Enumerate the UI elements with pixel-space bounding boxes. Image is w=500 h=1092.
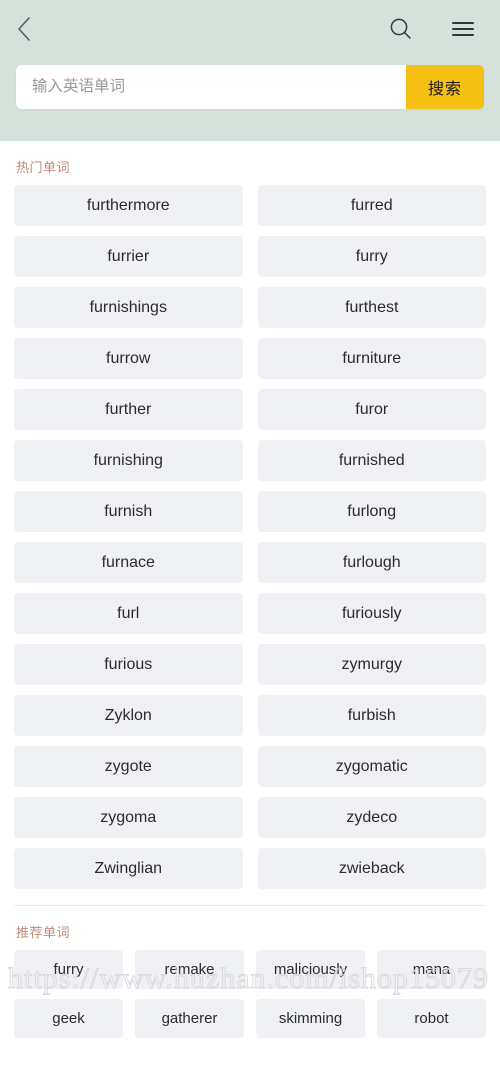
hot-word-pill[interactable]: furniture	[257, 338, 486, 379]
hot-word-pill[interactable]: furred	[257, 185, 486, 226]
hot-word-pill[interactable]: furl	[14, 593, 243, 634]
recommended-word-pill[interactable]: remake	[135, 950, 244, 989]
app-header: 搜索	[0, 0, 500, 141]
recommended-word-pill[interactable]: skimming	[256, 999, 365, 1038]
hot-word-pill[interactable]: furnished	[257, 440, 486, 481]
hot-word-pill[interactable]: furrier	[14, 236, 243, 277]
recommended-word-pill[interactable]: mana	[377, 950, 486, 989]
hot-word-pill[interactable]: furor	[257, 389, 486, 430]
hot-word-pill[interactable]: furlong	[257, 491, 486, 532]
recommended-words-section-title: 推荐单词	[16, 925, 71, 940]
recommended-word-pill[interactable]: furry	[14, 950, 123, 989]
search-submit-button[interactable]: 搜索	[406, 65, 484, 109]
hot-word-pill[interactable]: furious	[14, 644, 243, 685]
chevron-left-icon	[16, 15, 32, 48]
hot-word-pill[interactable]: furlough	[257, 542, 486, 583]
search-input[interactable]	[16, 65, 406, 109]
recommended-word-pill[interactable]: robot	[377, 999, 486, 1038]
hot-word-pill[interactable]: Zyklon	[14, 695, 243, 736]
hot-word-pill[interactable]: furthest	[257, 287, 486, 328]
content-area: 热门单词 furthermore furred furrier furry furnis…	[0, 141, 500, 1038]
search-icon	[388, 16, 414, 47]
hot-word-pill[interactable]: zwieback	[257, 848, 486, 889]
hot-word-pill[interactable]: furnish	[14, 491, 243, 532]
hot-word-pill[interactable]: zymurgy	[257, 644, 486, 685]
hot-words-section-title: 热门单词	[16, 160, 71, 175]
header-actions	[386, 16, 478, 46]
hot-word-pill[interactable]: furbish	[257, 695, 486, 736]
recommended-word-pill[interactable]: maliciously	[256, 950, 365, 989]
hamburger-menu-button[interactable]	[448, 16, 478, 46]
hot-word-pill[interactable]: furthermore	[14, 185, 243, 226]
hot-word-pill[interactable]: zygote	[14, 746, 243, 787]
back-button[interactable]	[16, 14, 50, 48]
hot-word-pill[interactable]: furnace	[14, 542, 243, 583]
search-toggle-button[interactable]	[386, 16, 416, 46]
recommended-word-pill[interactable]: gatherer	[135, 999, 244, 1038]
recommended-word-pill[interactable]: geek	[14, 999, 123, 1038]
hot-word-pill[interactable]: furrow	[14, 338, 243, 379]
recommended-words-grid: furry remake maliciously mana geek gatherer sk…	[14, 950, 486, 1038]
hot-word-pill[interactable]: zygoma	[14, 797, 243, 838]
search-bar: 搜索	[16, 65, 484, 109]
hot-word-pill[interactable]: furiously	[257, 593, 486, 634]
hamburger-menu-icon	[451, 20, 475, 43]
hot-word-pill[interactable]: furnishing	[14, 440, 243, 481]
hot-word-pill[interactable]: zygomatic	[257, 746, 486, 787]
hot-word-pill[interactable]: further	[14, 389, 243, 430]
hot-words-grid: furthermore furred furrier furry furnishings…	[14, 185, 486, 889]
hot-word-pill[interactable]: furry	[257, 236, 486, 277]
hot-word-pill[interactable]: Zwinglian	[14, 848, 243, 889]
hot-word-pill[interactable]: zydeco	[257, 797, 486, 838]
header-bar	[0, 0, 500, 62]
hot-word-pill[interactable]: furnishings	[14, 287, 243, 328]
